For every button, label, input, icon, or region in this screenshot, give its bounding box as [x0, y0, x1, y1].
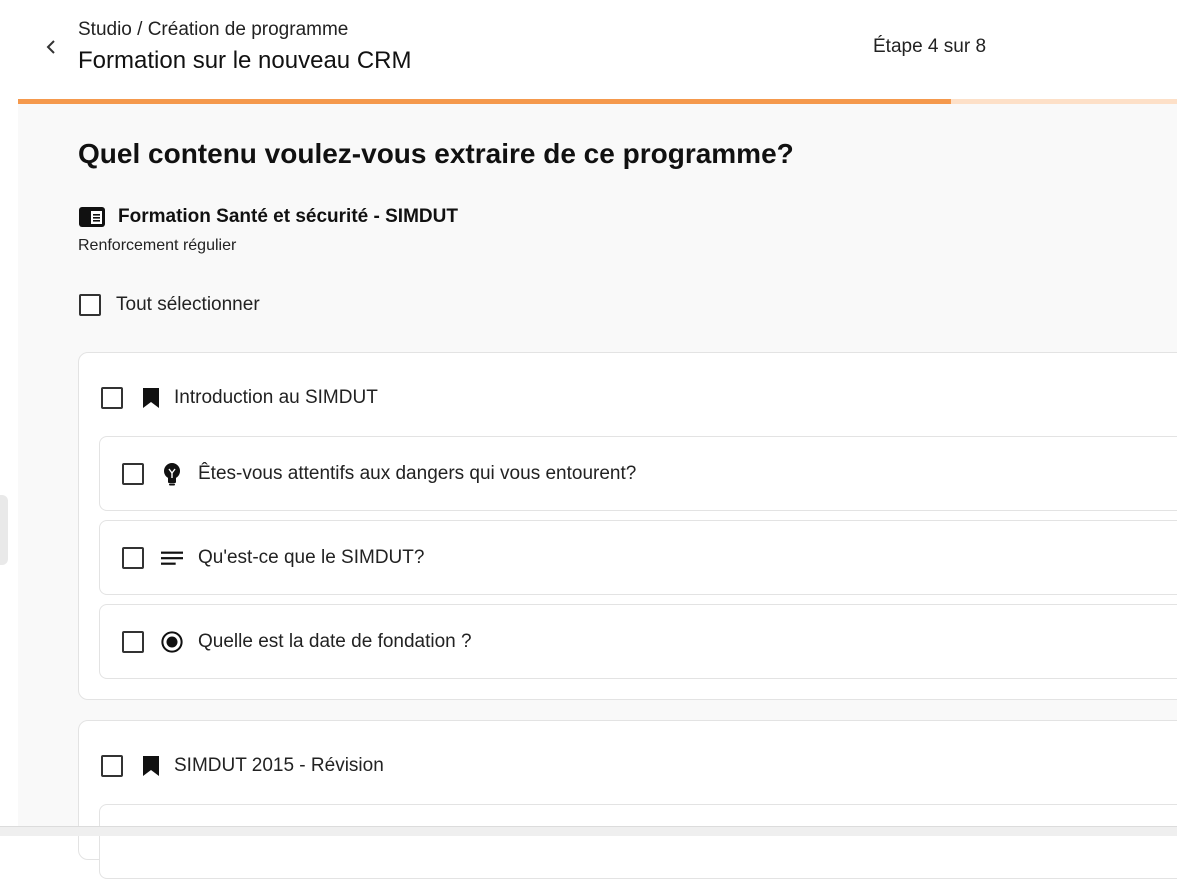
- list-item[interactable]: Êtes-vous attentifs aux dangers qui vous…: [99, 436, 1177, 511]
- item-label: Quelle est la date de fondation ?: [198, 630, 472, 652]
- module-card: SIMDUT 2015 - Révision: [78, 720, 1177, 879]
- module-checkbox[interactable]: [101, 755, 123, 777]
- text-lines-icon: [161, 551, 183, 565]
- item-checkbox[interactable]: [122, 630, 144, 653]
- bookmark-icon: [143, 756, 159, 776]
- breadcrumb: Studio / Création de programme: [78, 19, 349, 40]
- select-all-label: Tout sélectionner: [116, 294, 260, 315]
- outer-left-strip: [0, 0, 18, 835]
- module-checkbox[interactable]: [101, 387, 123, 409]
- radio-question-icon: [161, 630, 183, 653]
- side-panel-handle[interactable]: [0, 495, 8, 565]
- program-name: Formation Santé et sécurité - SIMDUT: [118, 206, 458, 227]
- module-header[interactable]: SIMDUT 2015 - Révision: [101, 755, 384, 777]
- module-title: SIMDUT 2015 - Révision: [174, 755, 384, 776]
- step-indicator: Étape 4 sur 8: [873, 36, 987, 57]
- item-label: Êtes-vous attentifs aux dangers qui vous…: [198, 462, 637, 484]
- program-subtitle: Renforcement régulier: [78, 237, 237, 254]
- app-window: Studio / Création de programme Formation…: [18, 0, 1177, 879]
- lightbulb-icon: [164, 462, 180, 485]
- item-checkbox[interactable]: [122, 546, 144, 569]
- bookmark-icon: [143, 388, 159, 408]
- question-heading: Quel contenu voulez-vous extraire de ce …: [78, 138, 794, 169]
- chevron-left-icon: [46, 40, 55, 54]
- program-book-icon: [79, 207, 105, 227]
- progress-bar-fill: [18, 99, 951, 104]
- select-all-row[interactable]: Tout sélectionner: [79, 294, 260, 316]
- list-item[interactable]: [99, 804, 1177, 879]
- progress-bar: [18, 99, 1177, 104]
- select-all-checkbox[interactable]: [79, 294, 101, 316]
- module-header[interactable]: Introduction au SIMDUT: [101, 387, 378, 409]
- module-title: Introduction au SIMDUT: [174, 387, 378, 408]
- item-checkbox[interactable]: [122, 462, 144, 485]
- page-header: Studio / Création de programme Formation…: [18, 0, 1177, 99]
- module-card: Introduction au SIMDUT Êtes-vous attenti…: [78, 352, 1177, 700]
- list-item[interactable]: Quelle est la date de fondation ?: [99, 604, 1177, 679]
- page-title: Formation sur le nouveau CRM: [78, 47, 412, 74]
- item-label: Qu'est-ce que le SIMDUT?: [198, 546, 425, 568]
- back-button[interactable]: [40, 36, 62, 58]
- list-item[interactable]: Qu'est-ce que le SIMDUT?: [99, 520, 1177, 595]
- program-info: Formation Santé et sécurité - SIMDUT Ren…: [78, 206, 458, 255]
